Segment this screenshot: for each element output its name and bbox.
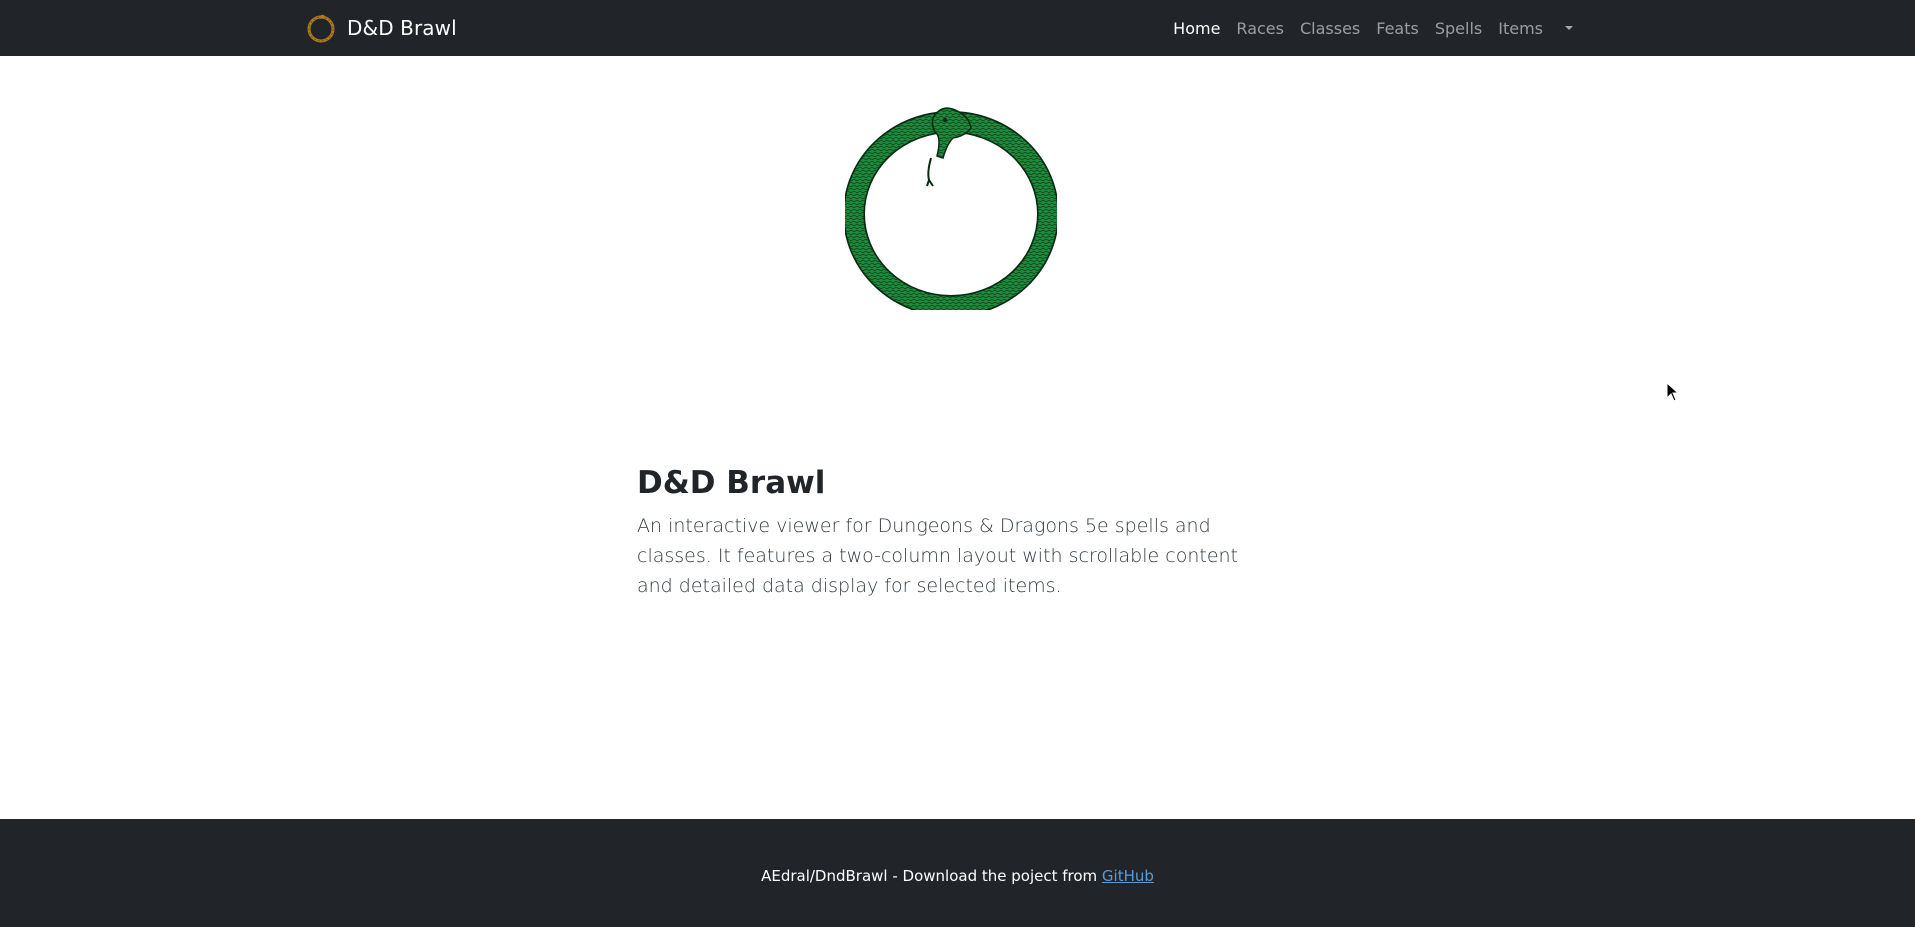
nav-more-dropdown[interactable] bbox=[1563, 18, 1575, 38]
intro-section: D&D Brawl An interactive viewer for Dung… bbox=[637, 463, 1277, 601]
page-footer: AEdral/DndBrawl - Download the poject fr… bbox=[0, 819, 1915, 927]
caret-down-icon bbox=[1565, 26, 1573, 30]
nav-feats[interactable]: Feats bbox=[1376, 19, 1419, 38]
nav-items[interactable]: Items bbox=[1498, 19, 1543, 38]
page-description: An interactive viewer for Dungeons & Dra… bbox=[637, 515, 1238, 598]
page-title: D&D Brawl bbox=[637, 465, 826, 501]
nav-links: Home Races Classes Feats Spells Items bbox=[1173, 0, 1575, 56]
footer-caption: AEdral/DndBrawl - Download the poject fr… bbox=[761, 867, 1102, 885]
nav-classes[interactable]: Classes bbox=[1300, 19, 1360, 38]
mouse-pointer-icon bbox=[1666, 382, 1680, 402]
nav-spells[interactable]: Spells bbox=[1435, 19, 1482, 38]
top-navbar: D&D Brawl Home Races Classes Feats Spell… bbox=[0, 0, 1915, 56]
nav-home[interactable]: Home bbox=[1173, 19, 1220, 38]
github-link[interactable]: GitHub bbox=[1102, 867, 1154, 885]
brand-link[interactable]: D&D Brawl bbox=[305, 10, 457, 46]
ouroboros-snake-icon bbox=[845, 107, 1057, 310]
brand-title: D&D Brawl bbox=[347, 16, 457, 40]
ouroboros-icon bbox=[307, 14, 335, 43]
nav-races[interactable]: Races bbox=[1236, 19, 1284, 38]
footer-text: AEdral/DndBrawl - Download the poject fr… bbox=[0, 867, 1915, 885]
